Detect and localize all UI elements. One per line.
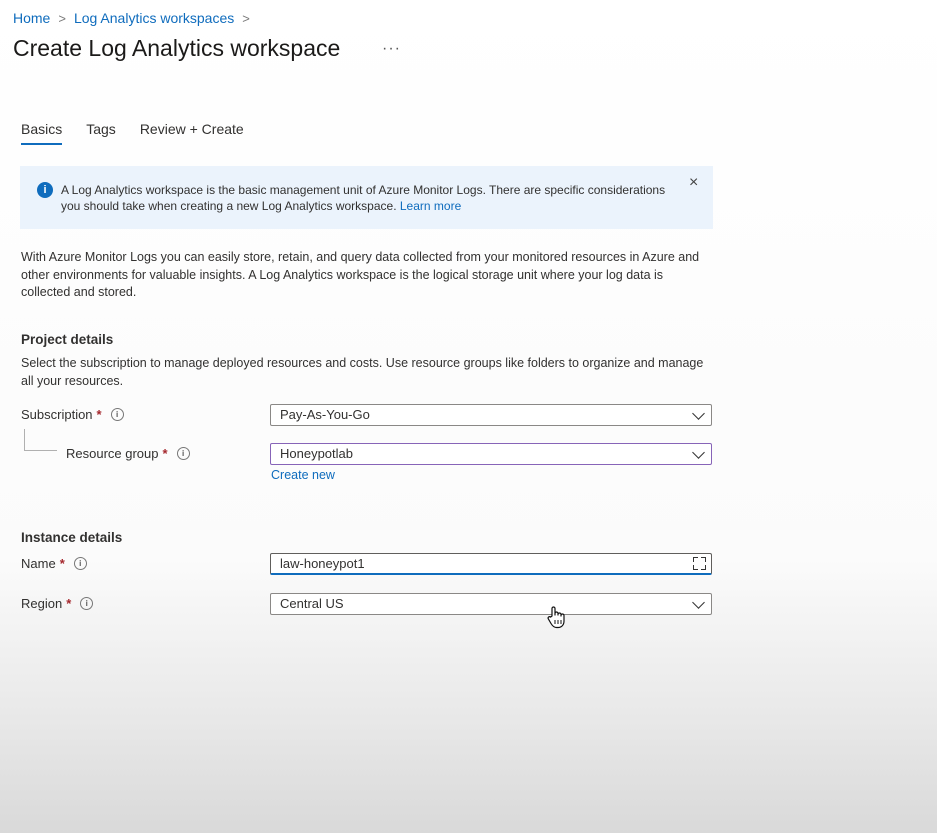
required-marker: * (66, 596, 72, 611)
info-icon[interactable]: i (176, 447, 190, 460)
tab-tags[interactable]: Tags (86, 121, 116, 145)
subscription-value: Pay-As-You-Go (280, 407, 370, 422)
name-input[interactable]: law-honeypot1 (270, 553, 712, 575)
required-marker: * (162, 446, 168, 461)
subscription-dropdown[interactable]: Pay-As-You-Go (270, 404, 712, 426)
info-icon: i (37, 182, 53, 198)
breadcrumb-workspaces-link[interactable]: Log Analytics workspaces (74, 10, 234, 26)
info-icon[interactable]: i (110, 408, 124, 421)
name-label: Name * i (21, 556, 87, 571)
tab-review-create[interactable]: Review + Create (140, 121, 244, 145)
resource-group-label-text: Resource group (66, 446, 159, 461)
region-label-text: Region (21, 596, 63, 611)
resource-group-dropdown[interactable]: Honeypotlab (270, 443, 712, 465)
subscription-label: Subscription * i (21, 407, 124, 422)
learn-more-link[interactable]: Learn more (400, 199, 461, 213)
required-marker: * (59, 556, 65, 571)
instance-details-heading: Instance details (21, 530, 123, 545)
name-label-text: Name (21, 556, 56, 571)
tab-basics[interactable]: Basics (21, 121, 63, 145)
chevron-down-icon (692, 407, 705, 420)
breadcrumb-separator: > (242, 10, 250, 26)
project-details-description: Select the subscription to manage deploy… (21, 356, 704, 388)
resource-group-label: Resource group * i (66, 446, 190, 461)
region-dropdown[interactable]: Central US (270, 593, 712, 615)
region-value: Central US (280, 596, 344, 611)
intro-description: With Azure Monitor Logs you can easily s… (21, 250, 700, 299)
more-options-button[interactable]: ··· (382, 40, 401, 58)
resource-group-value: Honeypotlab (280, 446, 353, 461)
required-marker: * (96, 407, 102, 422)
info-banner: i A Log Analytics workspace is the basic… (20, 166, 713, 229)
chevron-down-icon (692, 446, 705, 459)
tree-connector (24, 429, 57, 451)
expand-icon (693, 557, 706, 570)
close-icon[interactable]: × (689, 174, 698, 192)
page-title: Create Log Analytics workspace (13, 35, 341, 61)
breadcrumb-home-link[interactable]: Home (13, 10, 50, 26)
subscription-label-text: Subscription (21, 407, 93, 422)
info-banner-text: A Log Analytics workspace is the basic m… (61, 182, 671, 214)
info-icon[interactable]: i (73, 557, 87, 570)
info-icon[interactable]: i (80, 597, 94, 610)
create-new-link[interactable]: Create new (271, 468, 335, 482)
region-label: Region * i (21, 596, 94, 611)
info-banner-message: A Log Analytics workspace is the basic m… (61, 183, 666, 213)
breadcrumb-separator: > (58, 10, 66, 26)
breadcrumb: Home > Log Analytics workspaces > (13, 10, 250, 26)
hand-cursor-icon (547, 606, 565, 629)
project-details-heading: Project details (21, 332, 114, 347)
name-input-value: law-honeypot1 (280, 556, 365, 571)
chevron-down-icon (692, 596, 705, 609)
tab-bar: Basics Tags Review + Create (21, 121, 268, 145)
